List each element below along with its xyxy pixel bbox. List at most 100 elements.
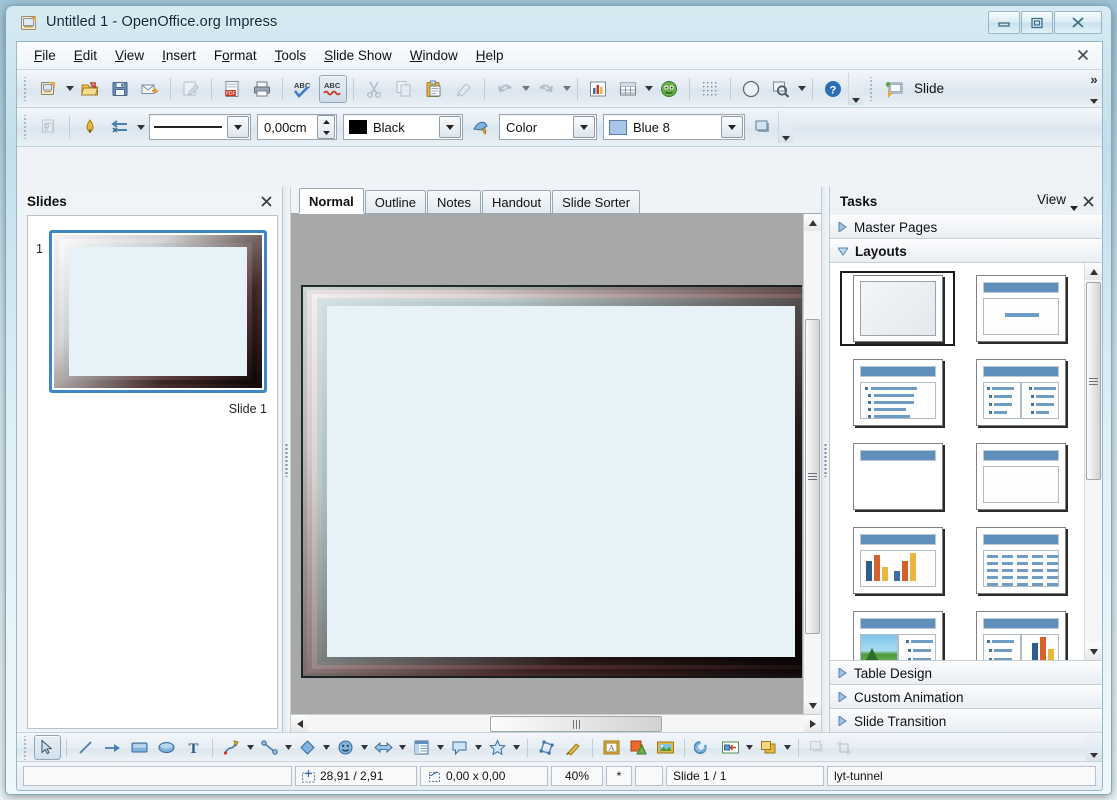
line-endings-icon[interactable]	[76, 113, 104, 141]
tasks-view-label[interactable]: View	[1037, 192, 1066, 207]
layout-title-chart[interactable]	[840, 523, 955, 598]
slide-editable-area[interactable]	[301, 285, 802, 678]
maximize-button[interactable]	[1021, 11, 1053, 34]
symbol-shapes-dropdown[interactable]	[359, 735, 370, 761]
tasks-section-master-pages[interactable]: Master Pages	[830, 215, 1102, 239]
layout-blank-slide[interactable]	[840, 271, 955, 346]
zoom-dropdown[interactable]	[796, 76, 807, 102]
shadow-dim-icon[interactable]	[804, 735, 831, 760]
tasks-splitter[interactable]	[821, 187, 829, 733]
close-button[interactable]	[1054, 11, 1102, 34]
3d-objects-icon[interactable]	[625, 735, 652, 760]
menu-edit[interactable]: Edit	[65, 45, 106, 66]
vertical-scroll-thumb[interactable]	[1086, 282, 1101, 480]
fill-type-combo[interactable]: Color	[499, 114, 597, 140]
scroll-down-button[interactable]	[1085, 643, 1102, 660]
tab-handout[interactable]: Handout	[481, 190, 552, 213]
line-width-stepper[interactable]	[317, 115, 335, 139]
spelling-icon[interactable]: ABC	[289, 75, 317, 103]
redo-icon[interactable]	[532, 75, 560, 103]
close-panel-icon[interactable]	[1080, 193, 1096, 209]
basic-shapes-dropdown[interactable]	[321, 735, 332, 761]
new-slide-icon[interactable]	[881, 75, 909, 103]
toolbar-grip[interactable]	[22, 76, 31, 101]
tab-slide-sorter[interactable]: Slide Sorter	[552, 190, 641, 213]
slide-canvas[interactable]	[291, 214, 803, 714]
menu-slideshow[interactable]: Slide Show	[315, 45, 401, 66]
slides-list[interactable]: 1 Slide 1	[27, 215, 278, 729]
slide-thumbnail[interactable]	[49, 230, 267, 393]
display-views-icon[interactable]	[35, 113, 63, 141]
chevron-down-icon[interactable]	[573, 116, 595, 138]
tasks-section-slide-transition[interactable]: Slide Transition	[830, 709, 1102, 733]
vertical-scroll-thumb[interactable]	[805, 319, 820, 634]
line-ends-arrow-icon[interactable]	[99, 735, 126, 760]
line-filling-overflow[interactable]	[778, 111, 793, 143]
new-document-dropdown[interactable]	[64, 76, 75, 102]
scroll-up-button[interactable]	[804, 214, 821, 231]
menu-file[interactable]: File	[25, 45, 65, 66]
clone-formatting-icon[interactable]	[450, 75, 478, 103]
callouts-dropdown[interactable]	[473, 735, 484, 761]
edit-file-icon[interactable]	[177, 75, 205, 103]
scroll-left-button[interactable]	[291, 715, 308, 732]
layout-title-slide[interactable]	[963, 271, 1078, 346]
arrange-dropdown[interactable]	[782, 735, 793, 761]
layout-title-content[interactable]	[840, 355, 955, 430]
horizontal-scroll-thumb[interactable]	[490, 716, 662, 732]
chevron-down-icon[interactable]	[1070, 198, 1078, 216]
gallery-image-icon[interactable]	[652, 735, 679, 760]
block-arrows-dropdown[interactable]	[397, 735, 408, 761]
tasks-section-table-design[interactable]: Table Design	[830, 661, 1102, 685]
stars-icon[interactable]	[484, 735, 511, 760]
open-document-icon[interactable]	[76, 75, 104, 103]
stepper-down[interactable]	[318, 127, 334, 138]
undo-dropdown[interactable]	[520, 76, 531, 102]
slides-splitter[interactable]	[283, 187, 291, 733]
layout-title-content-chart[interactable]	[963, 607, 1078, 660]
zoom-icon[interactable]	[767, 75, 795, 103]
line-color-combo[interactable]: Black	[343, 114, 463, 140]
layout-title-two-content[interactable]	[963, 355, 1078, 430]
editor-vertical-scrollbar[interactable]	[803, 214, 821, 714]
vertical-scroll-track[interactable]	[1085, 280, 1102, 643]
line-width-spinner[interactable]: 0,00cm	[257, 114, 337, 140]
tab-outline[interactable]: Outline	[364, 190, 426, 213]
rectangle-icon[interactable]	[126, 735, 153, 760]
curve-dropdown[interactable]	[245, 735, 256, 761]
tab-normal[interactable]: Normal	[299, 188, 364, 213]
menu-window[interactable]: Window	[401, 45, 467, 66]
arrow-style-icon[interactable]	[106, 113, 134, 141]
cut-icon[interactable]	[360, 75, 388, 103]
glue-points-icon[interactable]	[560, 735, 587, 760]
fill-color-combo[interactable]: Blue 8	[603, 114, 745, 140]
menu-format[interactable]: Format	[205, 45, 266, 66]
stepper-up[interactable]	[318, 116, 334, 127]
flowchart-icon[interactable]	[408, 735, 435, 760]
basic-shapes-icon[interactable]	[294, 735, 321, 760]
shadow-icon[interactable]	[749, 113, 777, 141]
symbol-shapes-icon[interactable]	[332, 735, 359, 760]
line-style-combo[interactable]	[149, 114, 251, 140]
line-icon[interactable]	[72, 735, 99, 760]
from-file-icon[interactable]: A	[598, 735, 625, 760]
layout-title-spreadsheet[interactable]	[963, 523, 1078, 598]
points-icon[interactable]	[533, 735, 560, 760]
scroll-up-button[interactable]	[1085, 263, 1102, 280]
autospellcheck-icon[interactable]: ABC	[319, 74, 347, 103]
select-icon[interactable]	[34, 735, 61, 760]
ellipse-icon[interactable]	[153, 735, 180, 760]
layout-title-only[interactable]	[840, 439, 955, 514]
text-icon[interactable]: T	[180, 735, 207, 760]
menu-insert[interactable]: Insert	[153, 45, 205, 66]
tasks-section-custom-animation[interactable]: Custom Animation	[830, 685, 1102, 709]
gallery-icon[interactable]	[655, 75, 683, 103]
layout-centered-text[interactable]	[963, 439, 1078, 514]
new-document-icon[interactable]	[35, 75, 63, 103]
vertical-scroll-track[interactable]	[804, 231, 821, 697]
table-icon[interactable]	[614, 75, 642, 103]
close-panel-icon[interactable]	[258, 193, 274, 209]
chevron-down-icon[interactable]	[721, 116, 743, 138]
horizontal-scroll-track[interactable]	[308, 715, 804, 733]
email-document-icon[interactable]	[136, 75, 164, 103]
